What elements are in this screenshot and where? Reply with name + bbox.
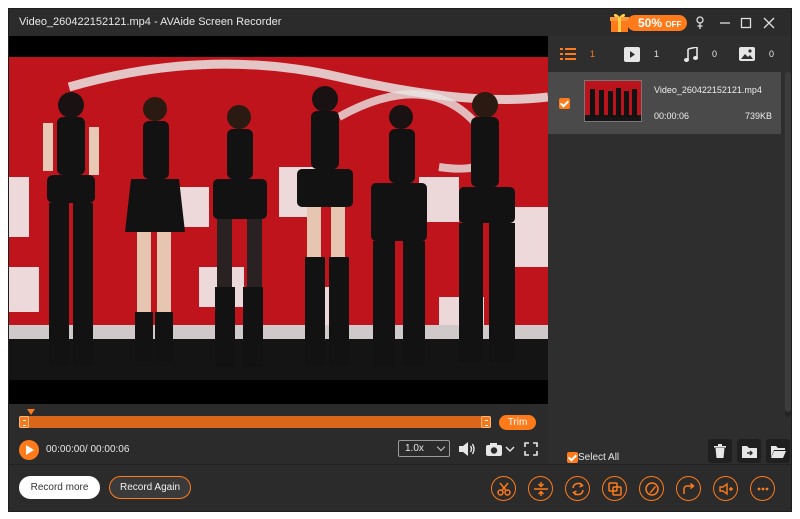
share-icon [682,482,695,494]
window-title: Video_260422152121.mp4 - AVAide Screen R… [19,16,282,28]
folder-export-icon [741,445,757,458]
video-icon [624,46,640,62]
trim-button[interactable]: Trim [499,415,536,430]
bottom-toolbar: Record more Record Again [9,464,791,511]
stage-scene [9,57,548,380]
music-icon [684,46,698,62]
time-display: 00:00:00/ 00:00:06 [46,444,130,455]
speed-select[interactable]: 1.0x [398,440,450,457]
chevron-down-icon [505,446,515,452]
more-icon [757,487,768,490]
app-window: Video_260422152121.mp4 - AVAide Screen R… [8,8,792,512]
convert-icon [571,481,584,496]
volume-icon [718,482,733,495]
tab-audio[interactable]: 0 [684,46,717,62]
pin-icon [696,16,704,29]
merge-icon [607,481,622,496]
tab-image-count: 0 [769,49,775,59]
split-icon [533,481,548,496]
tab-audio-count: 0 [712,49,718,59]
edit-icon [644,481,659,496]
list-icon [560,48,576,60]
trim-start-handle[interactable] [19,416,29,428]
list-scrollbar[interactable] [785,72,791,417]
image-icon [739,47,755,61]
compress-tool-button[interactable] [528,476,553,501]
select-all-checkbox[interactable] [567,452,578,463]
trash-icon [714,444,726,458]
scrollbar-thumb[interactable] [785,72,791,412]
tab-all[interactable]: 1 [560,46,595,62]
folder-icon [770,445,786,458]
fullscreen-icon [524,442,538,456]
convert-tool-button[interactable] [565,476,590,501]
scissors-icon [496,482,511,496]
maximize-button[interactable] [737,14,755,32]
tab-video-count: 1 [654,49,660,59]
title-bar: Video_260422152121.mp4 - AVAide Screen R… [9,9,791,36]
promo-badge[interactable]: 50% OFF [609,12,689,33]
share-tool-button[interactable] [676,476,701,501]
more-tool-button[interactable] [750,476,775,501]
tab-video[interactable]: 1 [624,46,659,62]
record-again-button[interactable]: Record Again [109,476,191,499]
file-duration: 00:00:06 [654,111,690,121]
minimize-icon [720,22,730,24]
pin-button[interactable] [691,14,709,32]
export-button[interactable] [737,439,761,463]
merge-tool-button[interactable] [602,476,627,501]
camera-icon [486,442,502,456]
close-icon [763,17,775,29]
file-list-item[interactable]: Video_260422152121.mp4 00:00:06 739KB [548,72,781,134]
file-name: Video_260422152121.mp4 [654,85,762,95]
recordings-panel: 1 1 0 0 Video_260422152121.mp4 00:00:06 … [548,36,791,464]
file-checkbox[interactable] [559,98,570,109]
snapshot-button[interactable] [484,440,516,458]
speaker-icon [459,442,475,456]
volume-button[interactable] [457,440,477,458]
video-preview[interactable] [9,36,548,404]
edit-tool-button[interactable] [639,476,664,501]
fullscreen-button[interactable] [522,440,540,458]
select-all-label: Select All [578,452,620,463]
discount-pill: 50% OFF [627,15,687,31]
minimize-button[interactable] [716,14,734,32]
discount-off: OFF [665,20,682,29]
trim-end-handle[interactable] [481,416,491,428]
maximize-icon [740,17,752,29]
discount-value: 50% [638,16,663,30]
trim-timeline[interactable] [19,416,491,428]
file-size: 739KB [744,111,772,121]
speed-value: 1.0x [405,443,424,454]
trim-tool-button[interactable] [491,476,516,501]
delete-button[interactable] [708,439,732,463]
volume-tool-button[interactable] [713,476,738,501]
record-more-button[interactable]: Record more [19,476,100,499]
tab-all-count: 1 [590,49,596,59]
open-folder-button[interactable] [766,439,790,463]
chevron-down-icon [436,442,446,452]
video-frame [9,57,548,380]
playhead-marker[interactable] [27,409,35,415]
close-button[interactable] [760,14,778,32]
video-thumbnail [584,80,642,122]
tab-image[interactable]: 0 [739,46,774,62]
play-button[interactable] [19,440,39,460]
